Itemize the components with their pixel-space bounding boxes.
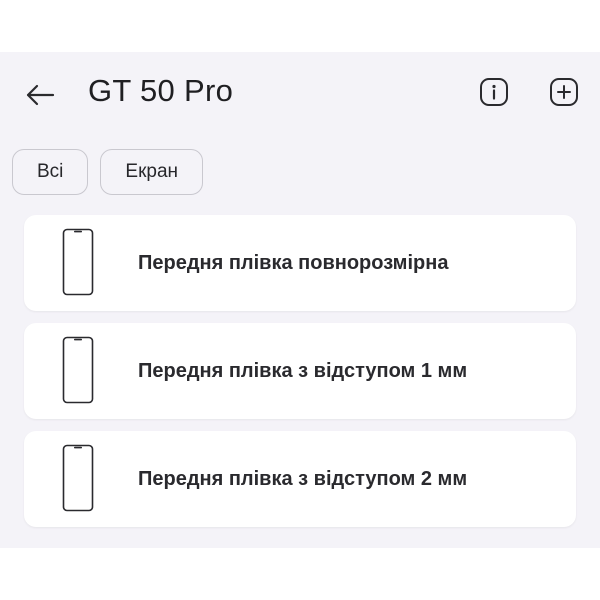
- add-button[interactable]: [548, 76, 580, 108]
- info-icon: [480, 78, 508, 106]
- list-item-1mm-offset[interactable]: Передня плівка з відступом 1 мм: [24, 323, 576, 419]
- filter-chips: Всі Екран: [12, 149, 204, 197]
- list-item-label: Передня плівка з відступом 1 мм: [138, 359, 468, 382]
- phone-outline-icon: [62, 228, 94, 296]
- plus-square-icon: [550, 78, 578, 106]
- list-item-label: Передня плівка з відступом 2 мм: [138, 467, 468, 490]
- filter-chip-screen[interactable]: Екран: [100, 149, 204, 195]
- info-button[interactable]: [478, 76, 510, 108]
- arrow-left-icon: [26, 84, 55, 106]
- phone-outline-icon: [62, 444, 94, 512]
- filter-chip-all[interactable]: Всі: [12, 149, 89, 195]
- top-bar: GT 50 Pro: [0, 52, 600, 138]
- back-button[interactable]: [20, 77, 60, 113]
- page-title: GT 50 Pro: [88, 73, 234, 108]
- list-item-label: Передня плівка повнорозмірна: [138, 251, 449, 274]
- list-item-full-size[interactable]: Передня плівка повнорозмірна: [24, 215, 576, 311]
- list-item-2mm-offset[interactable]: Передня плівка з відступом 2 мм: [24, 431, 576, 527]
- phone-outline-icon: [62, 336, 94, 404]
- app-screen: GT 50 Pro Всі Екран Передня плівка повно…: [0, 52, 600, 548]
